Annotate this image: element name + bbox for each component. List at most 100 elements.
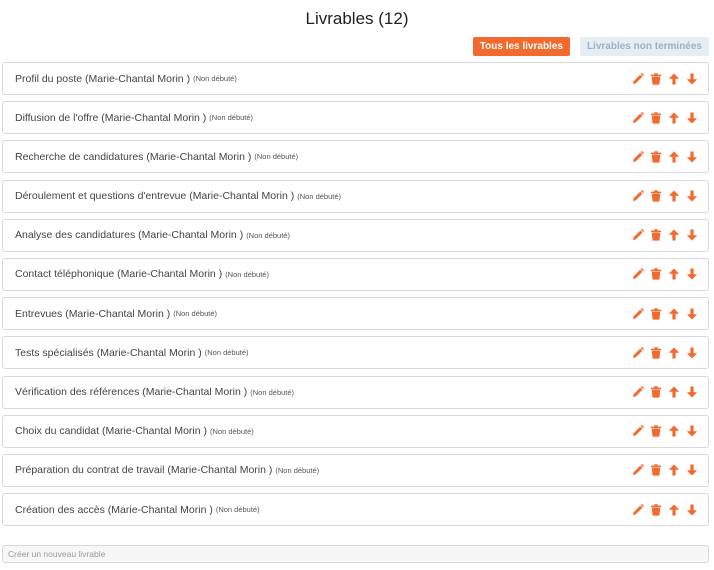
deliverable-label: Entrevues (Marie-Chantal Morin ) [15,307,171,320]
trash-icon[interactable] [650,386,662,398]
row-actions [632,337,698,368]
trash-icon[interactable] [650,425,662,437]
arrow-up-icon[interactable] [668,112,680,124]
trash-icon[interactable] [650,72,662,85]
arrow-up-icon[interactable] [668,73,680,85]
status-badge: (Non débuté) [250,387,295,397]
arrow-down-icon[interactable] [686,504,698,516]
list-item: Tests spécialisés (Marie-Chantal Morin )… [2,336,709,370]
list-item: Contact téléphonique (Marie-Chantal Mori… [2,257,709,291]
trash-icon[interactable] [650,190,662,202]
row-actions [632,102,698,133]
trash-icon[interactable] [650,111,662,124]
arrow-down-icon[interactable] [686,229,698,241]
row-actions [632,377,698,408]
unfinished-deliverables-button[interactable]: Livrables non terminées [579,37,709,56]
arrow-down-icon[interactable] [686,464,698,476]
list-item: Entrevues (Marie-Chantal Morin ) (Non dé… [2,297,709,331]
pencil-icon[interactable] [632,229,644,241]
deliverable-label: Diffusion de l'offre (Marie-Chantal Mori… [15,111,207,124]
arrow-down-icon[interactable] [686,347,698,359]
trash-icon[interactable] [650,347,662,359]
pencil-icon[interactable] [632,151,644,163]
deliverable-label: Profil du poste (Marie-Chantal Morin ) [15,72,191,85]
status-badge: (Non débuté) [215,505,260,515]
row-actions [632,416,698,447]
deliverable-label: Tests spécialisés (Marie-Chantal Morin ) [15,346,202,359]
status-badge: (Non débuté) [297,191,342,201]
list-item: Choix du candidat (Marie-Chantal Morin )… [2,414,709,448]
arrow-down-icon[interactable] [686,73,698,85]
all-deliverables-button[interactable]: Tous les livrables [472,37,570,56]
status-badge: (Non débuté) [193,74,237,83]
pencil-icon[interactable] [632,464,644,476]
arrow-up-icon[interactable] [668,347,680,359]
arrow-down-icon[interactable] [686,268,698,280]
pencil-icon[interactable] [632,386,644,398]
trash-icon[interactable] [650,503,662,516]
arrow-up-icon[interactable] [668,464,680,476]
row-actions [632,259,698,290]
deliverable-list: Profil du poste (Marie-Chantal Morin ) (… [2,62,709,532]
filter-bar: Tous les livrables Livrables non terminé… [472,37,709,56]
deliverables-page: Livrables (12) Tous les livrables Livrab… [0,0,714,570]
arrow-down-icon[interactable] [686,425,698,437]
row-actions [632,141,698,172]
list-item: Profil du poste (Marie-Chantal Morin ) (… [2,62,709,95]
arrow-down-icon[interactable] [686,112,698,124]
list-item: Vérification des références (Marie-Chant… [2,375,709,409]
page-title: Livrables (12) [305,9,409,28]
trash-icon[interactable] [650,151,662,163]
list-item: Analyse des candidatures (Marie-Chantal … [2,218,709,252]
pencil-icon[interactable] [632,425,644,437]
pencil-icon[interactable] [632,190,644,202]
pencil-icon[interactable] [632,346,644,359]
arrow-up-icon[interactable] [668,386,680,398]
row-actions [632,494,698,525]
list-item: Déroulement et questions d'entrevue (Mar… [2,179,709,213]
row-actions [632,181,698,212]
list-item: Recherche de candidatures (Marie-Chantal… [2,140,709,174]
status-badge: (Non débuté) [173,309,217,319]
pencil-icon[interactable] [632,307,644,320]
arrow-up-icon[interactable] [668,190,680,202]
status-badge: (Non débuté) [204,348,249,358]
row-actions [632,455,698,486]
arrow-up-icon[interactable] [668,425,680,437]
deliverable-label: Analyse des candidatures (Marie-Chantal … [15,229,244,242]
trash-icon[interactable] [650,268,662,281]
arrow-down-icon[interactable] [686,386,698,398]
deliverable-label: Préparation du contrat de travail (Marie… [15,464,273,477]
status-badge: (Non débuté) [254,152,299,162]
deliverable-label: Déroulement et questions d'entrevue (Mar… [15,190,295,203]
status-badge: (Non débuté) [210,426,254,436]
trash-icon[interactable] [650,307,662,320]
arrow-up-icon[interactable] [668,268,680,280]
arrow-down-icon[interactable] [686,151,698,163]
arrow-down-icon[interactable] [686,190,698,202]
pencil-icon[interactable] [632,268,644,280]
row-actions [632,63,698,94]
deliverable-label: Création des accès (Marie-Chantal Morin … [15,503,213,516]
arrow-up-icon[interactable] [668,151,680,163]
arrow-down-icon[interactable] [686,308,698,320]
pencil-icon[interactable] [632,503,644,516]
status-badge: (Non débuté) [209,113,254,123]
arrow-up-icon[interactable] [668,504,680,516]
deliverable-label: Recherche de candidatures (Marie-Chantal… [15,150,252,163]
arrow-up-icon[interactable] [668,308,680,320]
arrow-up-icon[interactable] [668,229,680,241]
status-badge: (Non débuté) [246,230,290,240]
list-item: Diffusion de l'offre (Marie-Chantal Mori… [2,101,709,135]
new-deliverable-input[interactable] [2,545,709,563]
pencil-icon[interactable] [632,72,644,85]
deliverable-label: Choix du candidat (Marie-Chantal Morin ) [15,425,207,438]
status-badge: (Non débuté) [225,269,269,279]
pencil-icon[interactable] [632,111,644,124]
list-item: Création des accès (Marie-Chantal Morin … [2,493,709,527]
trash-icon[interactable] [650,464,662,476]
deliverable-label: Vérification des références (Marie-Chant… [15,386,248,398]
row-actions [632,220,698,251]
list-item: Préparation du contrat de travail (Marie… [2,453,709,487]
trash-icon[interactable] [650,229,662,241]
